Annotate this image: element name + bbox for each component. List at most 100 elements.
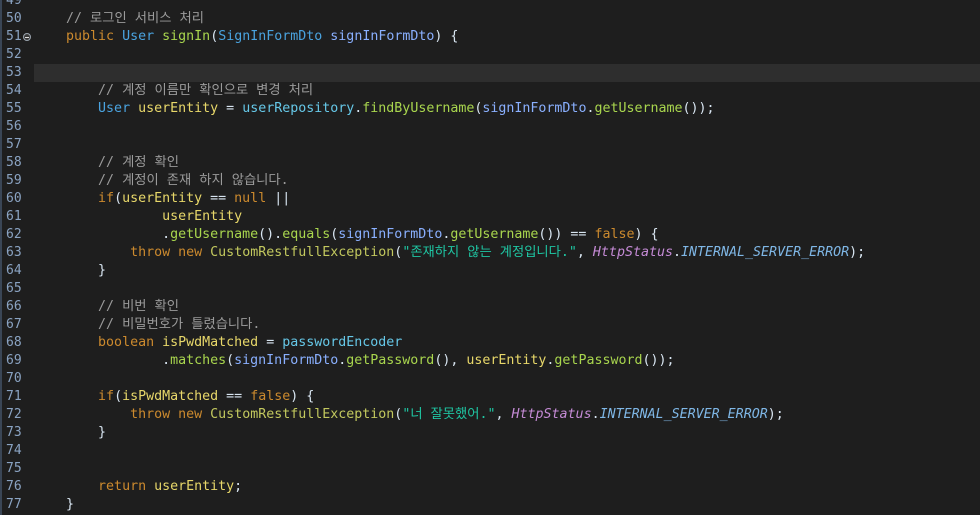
current-code-line[interactable]: 53 [0,64,980,82]
code-text[interactable]: return userEntity; [34,478,980,496]
code-text[interactable]: // 비번 확인 [34,298,980,316]
code-editor[interactable]: 49 50 // 로그인 서비스 처리 51 public User signIn(… [0,0,980,515]
code-text[interactable]: throw new CustomRestfullException("너 잘못했… [34,406,980,424]
code-line[interactable]: 70 [0,370,980,388]
code-line[interactable]: 67 // 비밀번호가 틀렸습니다. [0,316,980,334]
code-token: ( [210,29,219,44]
code-line[interactable]: 61 userEntity [0,208,980,226]
line-number[interactable]: 61 [0,208,34,226]
code-line[interactable]: 68 boolean isPwdMatched = passwordEncode… [0,334,980,352]
line-number[interactable]: 59 [0,172,34,190]
code-line[interactable]: 69 .matches(signInFormDto.getPassword(),… [0,352,980,370]
line-number[interactable]: 72 [0,406,34,424]
code-text[interactable]: throw new CustomRestfullException("존재하지 … [34,244,980,262]
line-number[interactable]: 67 [0,316,34,334]
code-line[interactable]: 76 return userEntity; [0,478,980,496]
fold-collapse-icon[interactable] [23,33,31,41]
code-text[interactable]: .matches(signInFormDto.getPassword(), us… [34,352,980,370]
code-text[interactable]: User userEntity = userRepository.findByU… [34,100,980,118]
line-number[interactable]: 66 [0,298,34,316]
line-number[interactable]: 54 [0,82,34,100]
code-line[interactable]: 60 if(userEntity == null || [0,190,980,208]
line-number[interactable]: 70 [0,370,34,388]
code-text[interactable]: } [34,496,980,514]
code-text[interactable]: // 로그인 서비스 처리 [34,10,980,28]
code-text[interactable] [34,118,980,136]
code-token: (). [258,227,283,242]
code-lines[interactable]: 49 50 // 로그인 서비스 처리 51 public User signIn(… [0,0,980,514]
line-number[interactable]: 52 [0,46,34,64]
code-line[interactable]: 51 public User signIn(SignInFormDto sign… [0,28,980,46]
code-line[interactable]: 65 [0,280,980,298]
line-number[interactable]: 51 [0,28,34,46]
code-text[interactable]: // 계정이 존재 하지 않습니다. [34,172,980,190]
code-line[interactable]: 56 [0,118,980,136]
code-text[interactable] [34,136,980,154]
code-line[interactable]: 54 // 계정 이름만 확인으로 변경 처리 [0,82,980,100]
code-line[interactable]: 50 // 로그인 서비스 처리 [0,10,980,28]
code-text[interactable]: } [34,262,980,280]
code-text[interactable]: } [34,424,980,442]
code-line[interactable]: 66 // 비번 확인 [0,298,980,316]
code-text[interactable]: // 비밀번호가 틀렸습니다. [34,316,980,334]
line-number[interactable]: 76 [0,478,34,496]
code-text[interactable] [34,0,980,10]
code-text[interactable]: boolean isPwdMatched = passwordEncoder [34,334,980,352]
code-line[interactable]: 63 throw new CustomRestfullException("존재… [0,244,980,262]
code-line[interactable]: 75 [0,460,980,478]
code-text[interactable]: // 계정 확인 [34,154,980,172]
line-number[interactable]: 65 [0,280,34,298]
code-line[interactable]: 59 // 계정이 존재 하지 않습니다. [0,172,980,190]
code-text[interactable]: if(isPwdMatched == false) { [34,388,980,406]
line-number[interactable]: 71 [0,388,34,406]
line-number[interactable]: 57 [0,136,34,154]
line-number[interactable]: 74 [0,442,34,460]
line-number[interactable]: 60 [0,190,34,208]
code-line[interactable]: 71 if(isPwdMatched == false) { [0,388,980,406]
code-line[interactable]: 72 throw new CustomRestfullException("너 … [0,406,980,424]
code-line[interactable]: 57 [0,136,980,154]
code-text[interactable] [34,64,980,82]
code-line[interactable]: 77 } [0,496,980,514]
code-line[interactable]: 73 } [0,424,980,442]
line-number[interactable]: 64 [0,262,34,280]
code-text[interactable]: .getUsername().equals(signInFormDto.getU… [34,226,980,244]
code-line[interactable]: 62 .getUsername().equals(signInFormDto.g… [0,226,980,244]
code-line[interactable]: 74 [0,442,980,460]
code-line[interactable]: 55 User userEntity = userRepository.find… [0,100,980,118]
code-line[interactable]: 58 // 계정 확인 [0,154,980,172]
line-number[interactable]: 77 [0,496,34,514]
line-number-label: 59 [6,173,22,188]
code-line[interactable]: 49 [0,0,980,10]
code-text[interactable]: // 계정 이름만 확인으로 변경 처리 [34,82,980,100]
code-text[interactable] [34,46,980,64]
code-text[interactable] [34,442,980,460]
code-line[interactable]: 64 } [0,262,980,280]
code-token: signInFormDto [330,29,435,44]
line-number-label: 66 [6,299,22,314]
line-number[interactable]: 56 [0,118,34,136]
line-number[interactable]: 73 [0,424,34,442]
code-line[interactable]: 52 [0,46,980,64]
line-number[interactable]: 58 [0,154,34,172]
line-number[interactable]: 69 [0,352,34,370]
line-number[interactable]: 53 [0,64,34,82]
code-token: signInFormDto [482,101,587,116]
code-token: false [250,389,291,404]
code-text[interactable] [34,280,980,298]
line-number[interactable]: 62 [0,226,34,244]
code-text[interactable]: userEntity [34,208,980,226]
code-token: INTERNAL_SERVER_ERROR [599,407,768,422]
line-number[interactable]: 49 [0,0,34,10]
code-text[interactable]: public User signIn(SignInFormDto signInF… [34,28,980,46]
line-number[interactable]: 68 [0,334,34,352]
line-number[interactable]: 55 [0,100,34,118]
line-number[interactable]: 75 [0,460,34,478]
code-token: . [591,407,600,422]
code-text[interactable]: if(userEntity == null || [34,190,980,208]
line-number[interactable]: 50 [0,10,34,28]
line-number[interactable]: 63 [0,244,34,262]
code-text[interactable] [34,460,980,478]
code-text[interactable] [34,370,980,388]
